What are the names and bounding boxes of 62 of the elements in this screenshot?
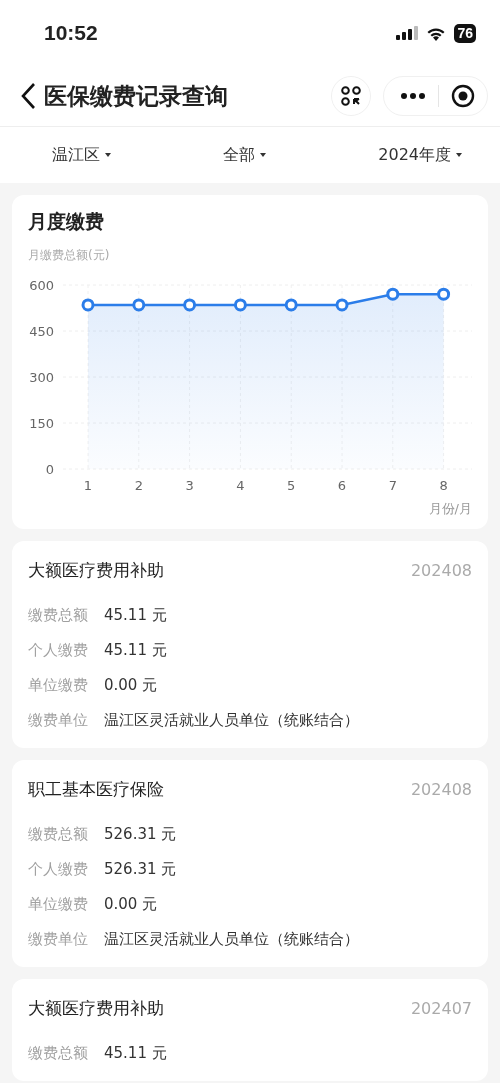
y-tick-label: 600 xyxy=(29,278,54,293)
caret-icon xyxy=(456,153,462,157)
data-point xyxy=(132,298,146,312)
record-title: 大额医疗费用补助 xyxy=(28,559,164,582)
record-period: 202408 xyxy=(410,780,472,799)
x-tick-label: 6 xyxy=(337,478,347,493)
status-time: 10:52 xyxy=(44,21,98,45)
field-value: 526.31 元 xyxy=(104,860,177,879)
x-tick-label: 7 xyxy=(388,478,397,493)
field-label: 个人缴费 xyxy=(28,641,88,660)
y-tick-label: 0 xyxy=(45,462,54,477)
scan-icon[interactable] xyxy=(331,76,371,116)
record-period: 202407 xyxy=(410,999,472,1018)
field-value: 526.31 元 xyxy=(104,825,177,844)
field-value: 0.00 元 xyxy=(104,895,158,914)
field-label: 单位缴费 xyxy=(28,895,88,914)
field-label: 单位缴费 xyxy=(28,676,88,695)
data-point xyxy=(335,298,349,312)
close-target-icon[interactable] xyxy=(451,84,475,108)
field-value: 温江区灵活就业人员单位（统账结合） xyxy=(104,711,359,730)
field-value: 45.11 元 xyxy=(104,641,167,660)
y-tick-label: 450 xyxy=(29,324,54,339)
field-value: 45.11 元 xyxy=(104,1044,167,1063)
caret-icon xyxy=(260,153,267,157)
x-tick-label: 8 xyxy=(439,478,448,493)
data-point xyxy=(284,298,298,312)
filter-dropdown[interactable]: 全部 xyxy=(223,144,267,166)
data-point xyxy=(81,298,95,312)
field-value: 温江区灵活就业人员单位（统账结合） xyxy=(104,930,359,949)
page-title: 医保缴费记录查询 xyxy=(44,81,229,111)
x-tick-label: 3 xyxy=(185,478,194,493)
field-value: 45.11 元 xyxy=(104,606,167,625)
data-point xyxy=(183,298,197,312)
more-icon[interactable] xyxy=(400,92,426,100)
field-label: 个人缴费 xyxy=(28,860,88,879)
card-title: 月度缴费 xyxy=(27,209,105,234)
x-axis-title: 月份/月 xyxy=(428,501,472,516)
y-axis-title: 月缴费总额(元) xyxy=(28,248,110,262)
field-label: 缴费单位 xyxy=(28,930,88,949)
x-tick-label: 5 xyxy=(287,478,296,493)
x-tick-label: 1 xyxy=(83,478,93,493)
y-tick-label: 150 xyxy=(29,416,54,431)
data-point xyxy=(386,287,400,301)
record-title: 大额医疗费用补助 xyxy=(28,997,164,1020)
y-tick-label: 300 xyxy=(29,370,54,385)
x-tick-label: 2 xyxy=(134,478,143,493)
record-period: 202408 xyxy=(410,561,472,580)
data-point xyxy=(233,298,247,312)
field-label: 缴费总额 xyxy=(28,825,88,844)
filter-dropdown[interactable]: 温江区 xyxy=(52,144,111,166)
record-title: 职工基本医疗保险 xyxy=(28,778,164,801)
filter-dropdown[interactable]: 2024年度 xyxy=(378,144,462,166)
caret-icon xyxy=(105,153,111,157)
battery-icon: 76 xyxy=(454,23,476,43)
field-label: 缴费总额 xyxy=(28,606,88,625)
signal-icon xyxy=(396,26,419,40)
field-label: 缴费单位 xyxy=(28,711,88,730)
field-value: 0.00 元 xyxy=(104,676,158,695)
back-icon[interactable] xyxy=(20,82,36,110)
field-label: 缴费总额 xyxy=(28,1044,88,1063)
data-point xyxy=(437,287,451,301)
x-tick-label: 4 xyxy=(236,478,245,493)
